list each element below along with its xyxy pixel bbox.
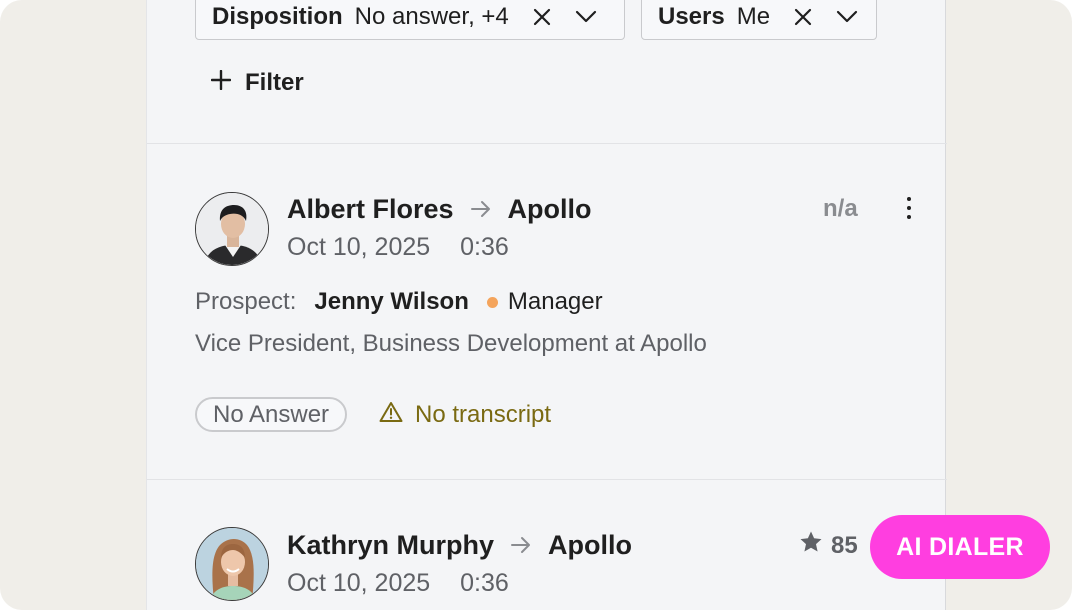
prospect-label: Prospect: [195,288,297,315]
score-value: 85 [831,531,858,559]
prospect-title: Vice President, Business Development at … [195,330,707,357]
chevron-down-icon[interactable] [834,4,860,30]
call-title: Kathryn Murphy Apollo [287,528,632,562]
call-date: Oct 10, 2025 [287,233,431,261]
chevron-down-icon[interactable] [573,4,599,30]
ai-dialer-button[interactable]: AI DIALER [870,515,1050,579]
call-title: Albert Flores Apollo [287,192,592,226]
role-dot [486,296,498,308]
disposition-badge: No Answer [195,397,348,432]
close-icon[interactable] [790,4,816,30]
filter-chip-value: No answer, +4 [354,3,509,30]
arrow-right-icon [510,536,532,554]
call-score: 85 [799,530,858,561]
company-name[interactable]: Apollo [508,194,592,225]
divider [147,143,947,144]
star-icon [799,530,823,561]
app-frame: Disposition No answer, +4 Users Me Filte… [0,0,1072,610]
plus-icon [210,69,232,97]
call-date: Oct 10, 2025 [287,569,431,597]
call-duration: 0:36 [460,233,509,261]
add-filter-button[interactable]: Filter [210,66,304,100]
call-meta: Oct 10, 2025 0:36 [287,233,509,262]
company-name[interactable]: Apollo [548,530,632,561]
prospect-name[interactable]: Jenny Wilson [314,288,468,316]
call-score: n/a [823,195,858,222]
transcript-status-label: No transcript [415,401,552,428]
transcript-status: No transcript [379,398,551,432]
caller-name[interactable]: Albert Flores [287,194,454,225]
filter-chip-label: Disposition [212,3,343,30]
filter-chip-label: Users [658,3,725,30]
prospect-role: Manager [507,288,603,315]
warning-triangle-icon [379,401,403,430]
filter-chip-value: Me [736,3,771,30]
filter-chip-disposition[interactable]: Disposition No answer, +4 [195,0,625,40]
kebab-menu-icon[interactable] [899,193,919,223]
avatar [195,192,269,266]
divider [147,479,947,480]
prospect-line: Prospect: Jenny Wilson Manager [195,288,603,316]
avatar [195,527,269,601]
filter-chip-users[interactable]: Users Me [641,0,877,40]
caller-name[interactable]: Kathryn Murphy [287,530,494,561]
call-duration: 0:36 [460,569,509,597]
call-meta: Oct 10, 2025 0:36 [287,569,509,598]
close-icon[interactable] [529,4,555,30]
arrow-right-icon [470,200,492,218]
add-filter-label: Filter [245,69,304,96]
call-list-panel: Disposition No answer, +4 Users Me Filte… [146,0,947,610]
